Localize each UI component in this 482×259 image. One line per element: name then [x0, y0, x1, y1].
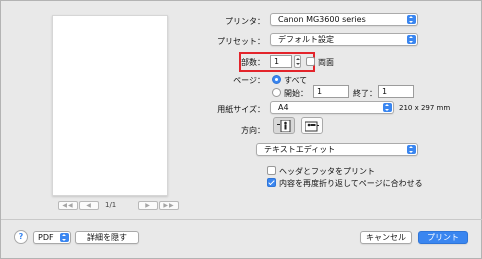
duplex-checkbox[interactable] [306, 57, 315, 66]
popup-arrows-icon [407, 145, 416, 154]
copies-stepper[interactable] [294, 55, 301, 68]
portrait-icon [277, 120, 291, 132]
pages-label: ページ： [233, 76, 265, 85]
rewrap-label: 内容を再度折り返してページに合わせる [279, 179, 423, 188]
paper-size-select[interactable]: A4 [270, 101, 394, 114]
print-button[interactable]: プリント [418, 231, 468, 244]
popup-arrows-icon [407, 15, 416, 24]
pages-from-field[interactable]: 1 [313, 85, 349, 98]
popup-arrows-icon [383, 103, 392, 112]
help-button[interactable]: ? [14, 230, 28, 244]
pdf-label: PDF [38, 233, 54, 242]
orientation-label: 方向： [241, 126, 265, 135]
header-footer-checkbox[interactable] [267, 166, 276, 175]
pages-range-radio[interactable] [272, 88, 281, 97]
pages-to-field[interactable]: 1 [378, 85, 414, 98]
pages-to-label: 終了： [353, 89, 377, 98]
preset-select[interactable]: デフォルト設定 [270, 33, 418, 46]
pages-from-label: 開始： [284, 89, 308, 98]
previous-page-button[interactable]: ◀ [79, 201, 99, 210]
copies-field[interactable]: 1 [270, 55, 292, 68]
pdf-menu-button[interactable]: PDF [33, 231, 71, 244]
preset-value: デフォルト設定 [278, 35, 334, 44]
paper-dimensions: 210 x 297 mm [399, 104, 451, 112]
chevron-down-icon [60, 233, 69, 242]
header-footer-label: ヘッダとフッタをプリント [279, 167, 375, 176]
pages-all-label: すべて [284, 76, 308, 85]
print-dialog: ◀◀ ◀ 1/1 ▶ ▶▶ プリンタ： Canon MG3600 series … [0, 0, 482, 259]
cancel-button[interactable]: キャンセル [360, 231, 412, 244]
printer-value: Canon MG3600 series [278, 15, 366, 24]
copies-label: 部数： [241, 58, 265, 67]
portrait-button[interactable] [273, 117, 295, 134]
paper-size-value: A4 [278, 103, 289, 112]
last-page-button[interactable]: ▶▶ [159, 201, 179, 210]
page-indicator: 1/1 [105, 201, 117, 209]
duplex-label: 両面 [318, 58, 334, 67]
paper-size-label: 用紙サイズ： [217, 105, 265, 114]
first-page-button[interactable]: ◀◀ [58, 201, 78, 210]
footer-divider [1, 219, 482, 220]
app-options-value: テキストエディット [264, 145, 336, 154]
app-options-select[interactable]: テキストエディット [256, 143, 418, 156]
rewrap-checkbox[interactable] [267, 178, 276, 187]
page-preview [52, 15, 168, 196]
preset-label: プリセット： [217, 37, 265, 46]
hide-details-button[interactable]: 詳細を隠す [75, 231, 139, 244]
printer-label: プリンタ： [225, 17, 265, 26]
next-page-button[interactable]: ▶ [138, 201, 158, 210]
landscape-icon [305, 121, 319, 132]
printer-select[interactable]: Canon MG3600 series [270, 13, 418, 26]
popup-arrows-icon [407, 35, 416, 44]
landscape-button[interactable] [301, 117, 323, 134]
pages-all-radio[interactable] [272, 75, 281, 84]
